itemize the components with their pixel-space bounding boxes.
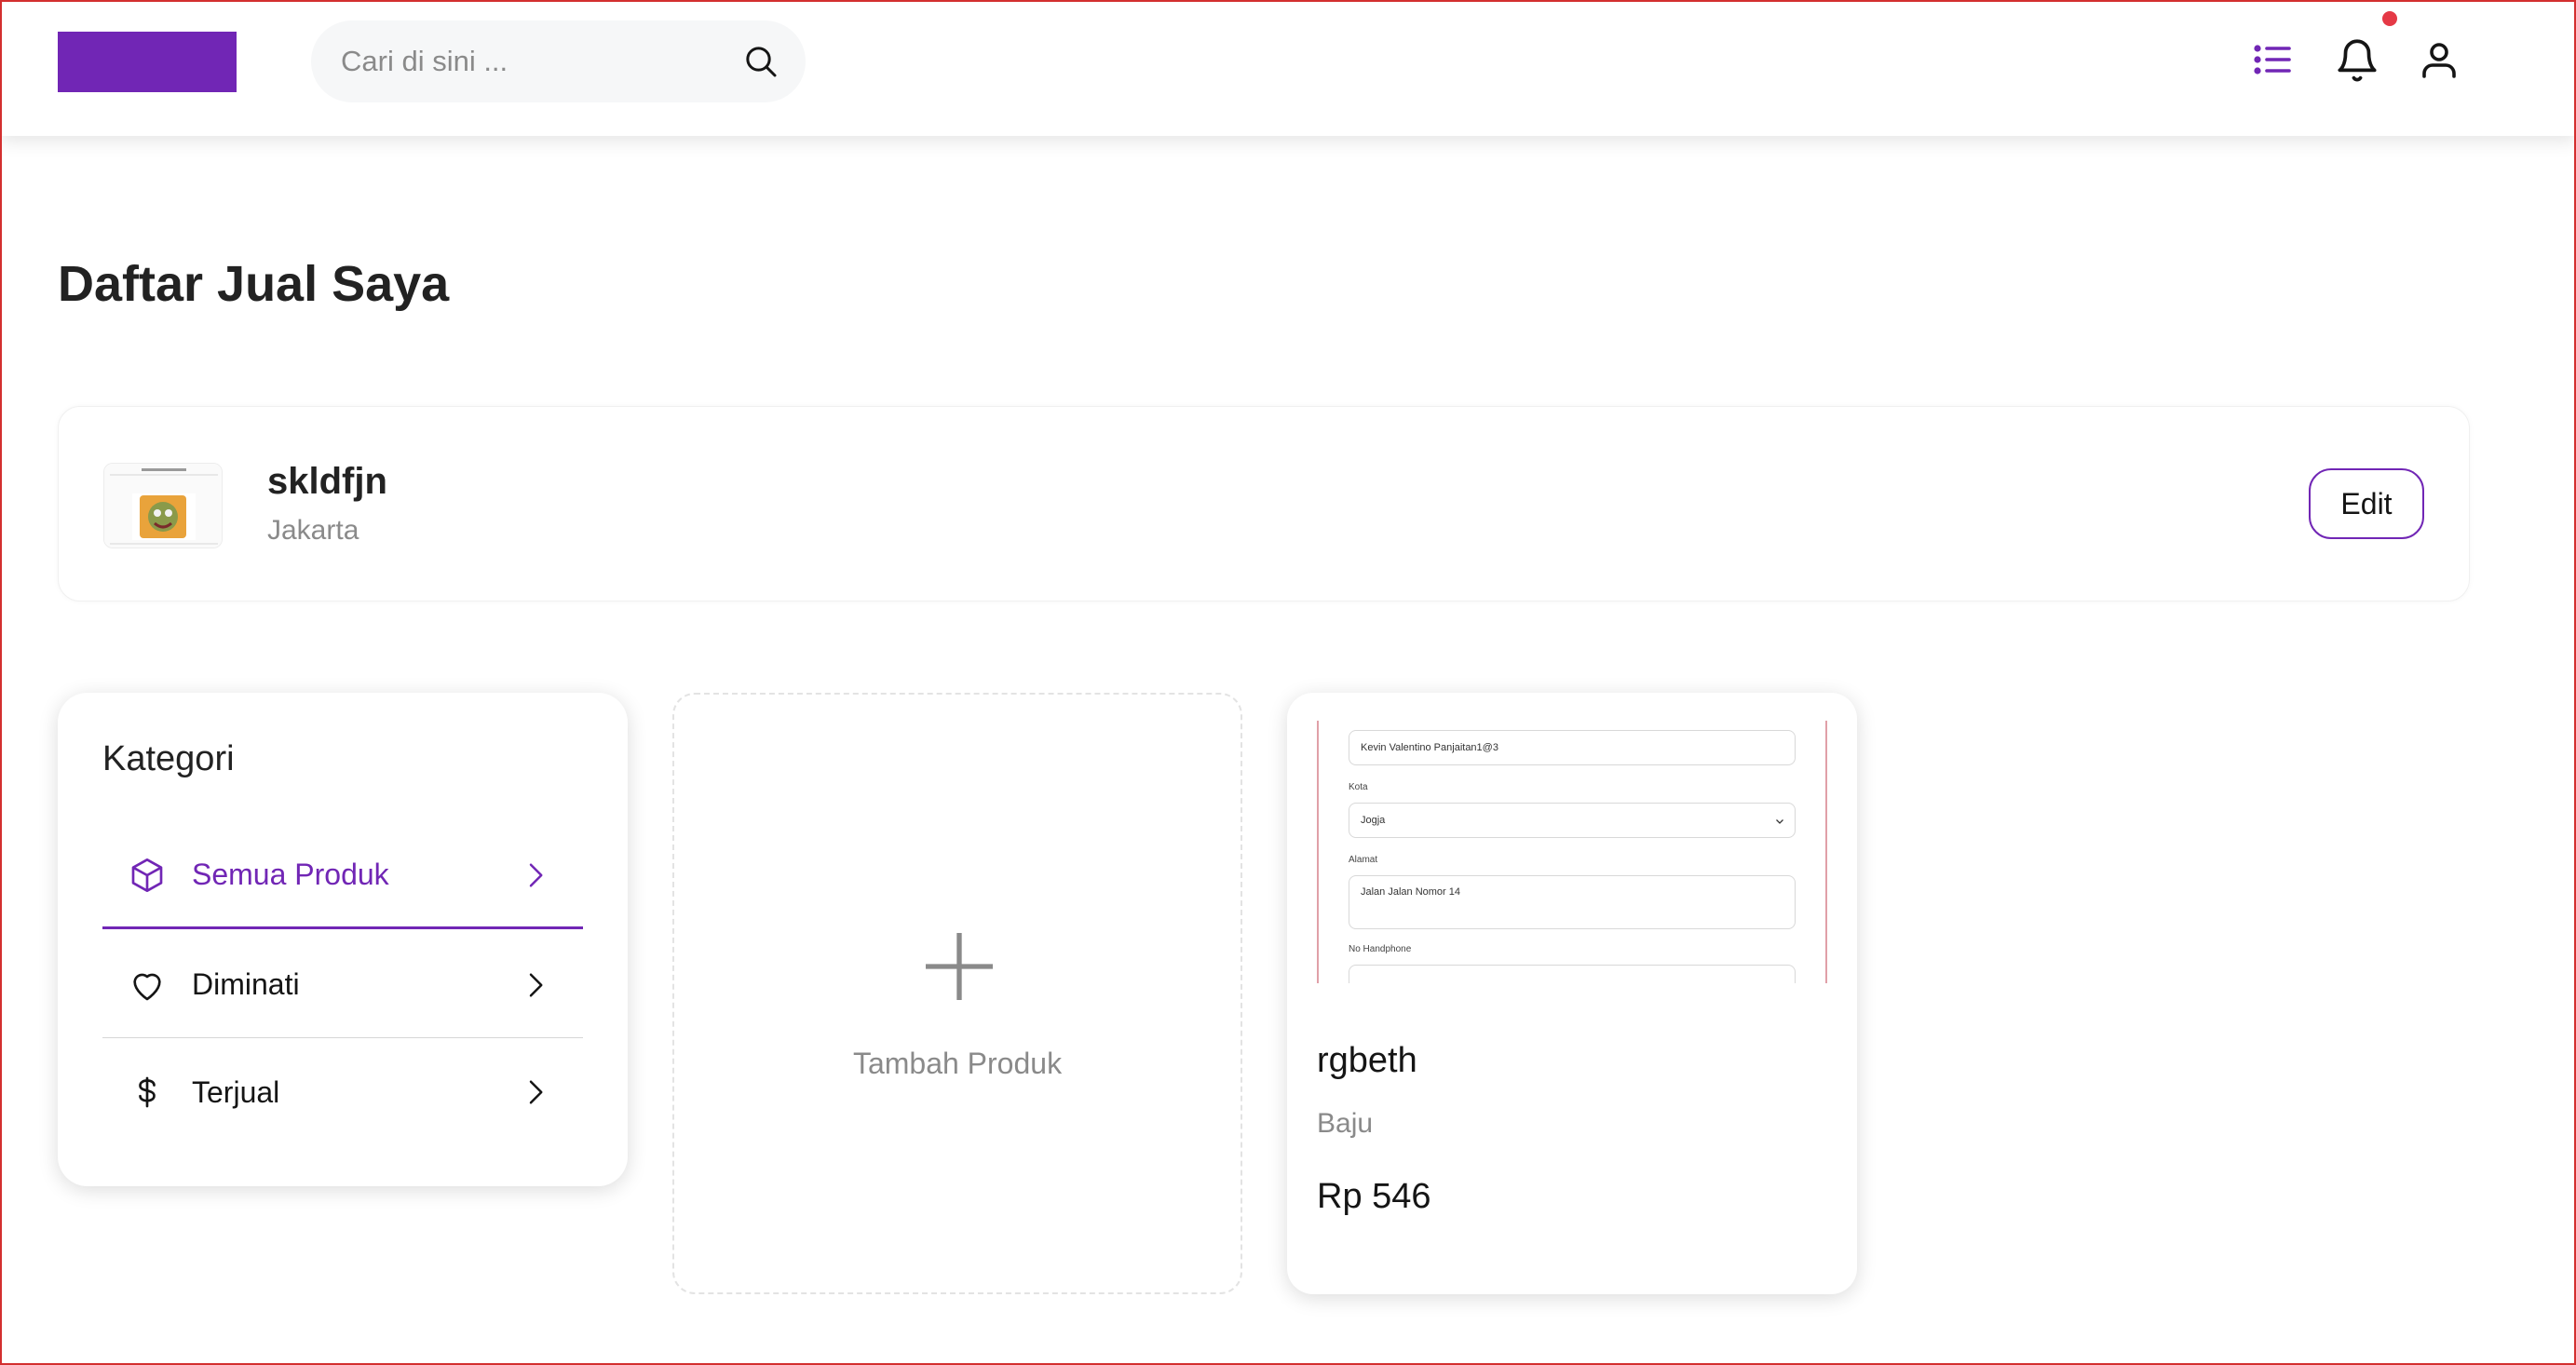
category-item-diminati[interactable]: Diminati <box>102 932 583 1038</box>
category-label: Diminati <box>192 967 300 1001</box>
seller-city: Jakarta <box>267 515 359 546</box>
thumbnail-label-phone: No Handphone <box>1349 944 1412 954</box>
product-price: Rp 546 <box>1317 1177 1431 1216</box>
dollar-icon <box>139 1076 156 1108</box>
chevron-right-icon <box>529 1080 543 1104</box>
avatar-image <box>104 464 222 547</box>
chevron-right-icon <box>529 973 543 996</box>
thumbnail-field-name: Kevin Valentino Panjaitan1@3 <box>1349 730 1796 765</box>
page-title: Daftar Jual Saya <box>58 256 450 312</box>
bell-icon[interactable] <box>2334 35 2380 86</box>
search-input[interactable]: Cari di sini ... <box>341 20 508 102</box>
chevron-right-icon <box>529 863 543 886</box>
thumbnail-field-address: Jalan Jalan Nomor 14 <box>1349 875 1796 929</box>
user-icon[interactable] <box>2417 37 2461 82</box>
thumbnail-label-city: Kota <box>1349 782 1368 792</box>
edit-profile-button[interactable]: Edit <box>2309 468 2424 539</box>
search-icon[interactable] <box>742 43 780 80</box>
thumbnail-city-value: Jogja <box>1361 815 1386 826</box>
category-title: Kategori <box>102 739 235 778</box>
seller-name: skldfjn <box>267 461 387 502</box>
box-icon <box>131 858 163 892</box>
notification-dot <box>2382 11 2397 26</box>
seller-avatar <box>103 463 223 548</box>
plus-icon <box>926 933 993 1000</box>
top-navbar: Cari di sini ... <box>0 0 2576 136</box>
product-name: rgbeth <box>1317 1041 1417 1080</box>
thumbnail-label-address: Alamat <box>1349 855 1378 865</box>
category-label: Terjual <box>192 1074 280 1109</box>
add-product-card[interactable]: Tambah Produk <box>672 693 1242 1294</box>
category-item-terjual[interactable]: Terjual <box>102 1039 583 1145</box>
add-product-label: Tambah Produk <box>852 1047 1063 1080</box>
category-card: Kategori Semua Produk Diminati Terjual <box>58 693 628 1186</box>
chevron-down-icon <box>1776 819 1783 824</box>
category-label: Semua Produk <box>192 858 389 891</box>
thumbnail-field-phone <box>1349 965 1796 983</box>
product-card[interactable]: Kevin Valentino Panjaitan1@3 Kota Jogja … <box>1287 693 1857 1294</box>
brand-logo[interactable] <box>58 32 237 92</box>
category-item-semua-produk[interactable]: Semua Produk <box>102 823 583 929</box>
product-category: Baju <box>1317 1108 1374 1139</box>
heart-icon <box>133 973 161 1000</box>
thumbnail-field-city: Jogja <box>1349 803 1796 838</box>
search-bar[interactable]: Cari di sini ... <box>311 20 806 102</box>
product-thumbnail: Kevin Valentino Panjaitan1@3 Kota Jogja … <box>1317 721 1827 983</box>
seller-card: skldfjn Jakarta Edit <box>58 406 2470 601</box>
list-icon[interactable] <box>2250 37 2295 82</box>
